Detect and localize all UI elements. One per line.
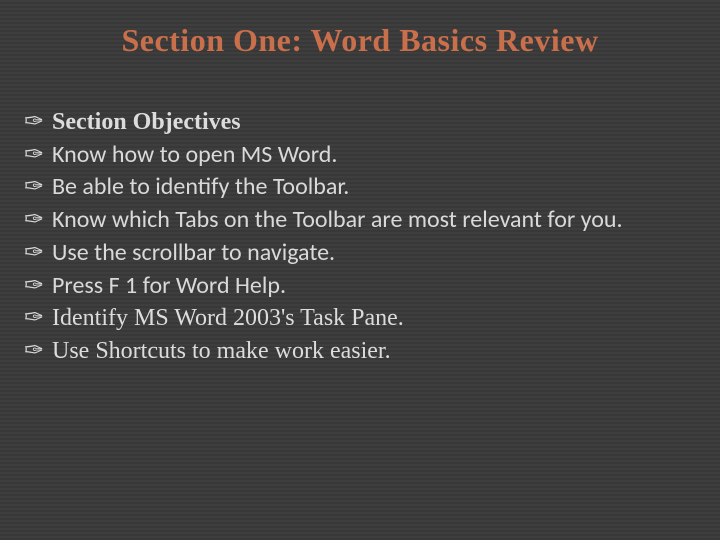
list-item-heading: ✑ Section Objectives <box>22 107 698 138</box>
list-item-text: Be able to identify the Toolbar. <box>52 172 349 201</box>
bullet-icon: ✑ <box>24 172 44 203</box>
slide-content: Section One: Word Basics Review ✑ Sectio… <box>0 0 720 391</box>
list-item: ✑ Use the scrollbar to navigate. <box>22 238 698 269</box>
bullet-icon: ✑ <box>24 107 44 138</box>
list-item: ✑ Use Shortcuts to make work easier. <box>22 336 698 367</box>
list-item-text: Know how to open MS Word. <box>52 140 337 169</box>
bullet-icon: ✑ <box>24 303 44 334</box>
list-item: ✑ Be able to identify the Toolbar. <box>22 172 698 203</box>
list-item-text: Use Shortcuts to make work easier. <box>52 338 391 364</box>
list-item: ✑ Identify MS Word 2003's Task Pane. <box>22 303 698 334</box>
list-item-text: Use the scrollbar to navigate. <box>52 238 335 267</box>
list-item-text: Know which Tabs on the Toolbar are most … <box>52 205 623 234</box>
list-item-text: Press F 1 for Word Help. <box>52 271 286 300</box>
list-item: ✑ Know which Tabs on the Toolbar are mos… <box>22 205 698 236</box>
slide-title: Section One: Word Basics Review <box>22 22 698 59</box>
objectives-list: ✑ Section Objectives ✑ Know how to open … <box>22 107 698 367</box>
bullet-icon: ✑ <box>24 140 44 171</box>
bullet-icon: ✑ <box>24 271 44 302</box>
objectives-heading-text: Section Objectives <box>52 109 241 135</box>
list-item: ✑ Press F 1 for Word Help. <box>22 271 698 302</box>
list-item: ✑ Know how to open MS Word. <box>22 140 698 171</box>
list-item-text: Identify MS Word 2003's Task Pane. <box>52 305 404 331</box>
bullet-icon: ✑ <box>24 205 44 236</box>
bullet-icon: ✑ <box>24 238 44 269</box>
bullet-icon: ✑ <box>24 336 44 367</box>
